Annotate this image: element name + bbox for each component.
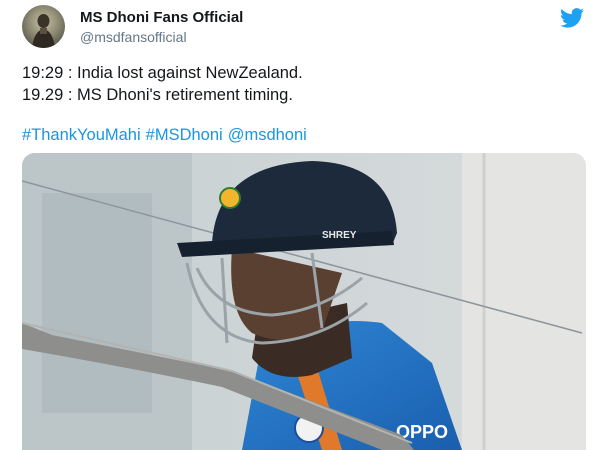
- helmet-logo: [219, 187, 241, 209]
- twitter-bird-icon[interactable]: [560, 8, 584, 28]
- avatar[interactable]: [22, 5, 65, 48]
- background-panel: [462, 153, 586, 450]
- tweet-media-photo[interactable]: OPPO SHREY: [22, 153, 586, 450]
- user-handle[interactable]: @msdfansofficial: [80, 29, 187, 45]
- tweet-line: 19.29 : MS Dhoni's retirement timing.: [22, 86, 293, 104]
- background-window-pane: [42, 193, 152, 413]
- display-name[interactable]: MS Dhoni Fans Official: [80, 9, 243, 26]
- tweet-line: 19:29 : India lost against NewZealand.: [22, 64, 303, 82]
- tweet-text: 19:29 : India lost against NewZealand. 1…: [22, 62, 303, 106]
- hashtag-row: #ThankYouMahi #MSDhoni @msdhoni: [22, 124, 312, 146]
- hashtag-thankyoumahi[interactable]: #ThankYouMahi: [22, 126, 141, 144]
- avatar-image: [32, 14, 55, 48]
- mention-msdhoni[interactable]: @msdhoni: [228, 126, 307, 144]
- hashtag-msdhoni[interactable]: #MSDhoni: [146, 126, 223, 144]
- helmet-brand-text: SHREY: [322, 230, 357, 241]
- photo-scene: OPPO SHREY: [22, 153, 586, 450]
- tweet-card: MS Dhoni Fans Official @msdfansofficial …: [0, 0, 600, 450]
